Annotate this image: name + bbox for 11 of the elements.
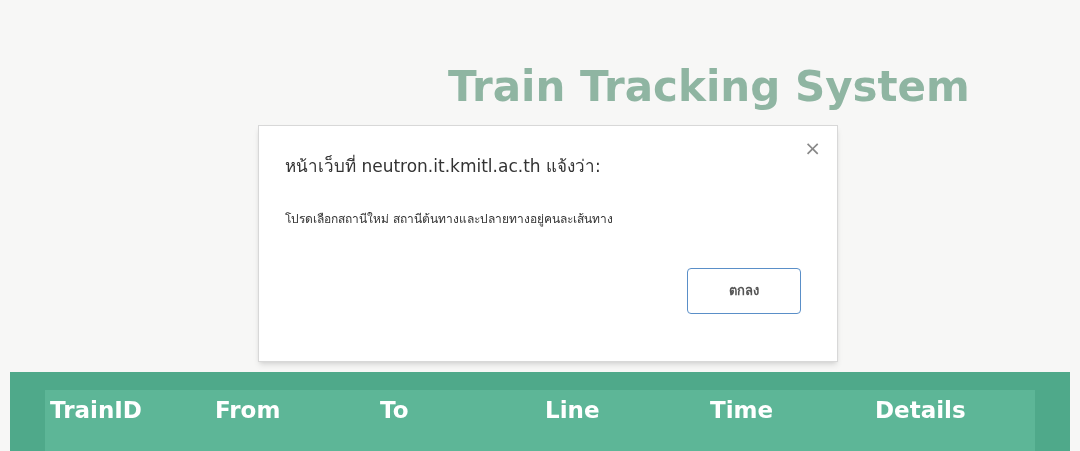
column-header: From — [214, 396, 282, 426]
column-header: Line — [544, 396, 601, 426]
column-header: Time — [709, 396, 775, 426]
close-button[interactable]: × — [804, 138, 821, 158]
page-title: Train Tracking System — [448, 66, 971, 108]
column-header: To — [379, 396, 410, 426]
column-header: TrainID — [49, 396, 143, 426]
ok-button[interactable]: ตกลง — [687, 267, 801, 314]
dialog-title: หน้าเว็บที่ neutron.it.kmitl.ac.th แจ้งว่า: — [285, 154, 601, 178]
column-header: Details — [874, 396, 967, 426]
dialog-message: โปรดเลือกสถานีใหม่ สถานีต้นทางและปลายทางอยู่คนละเส้นทาง — [285, 210, 613, 228]
